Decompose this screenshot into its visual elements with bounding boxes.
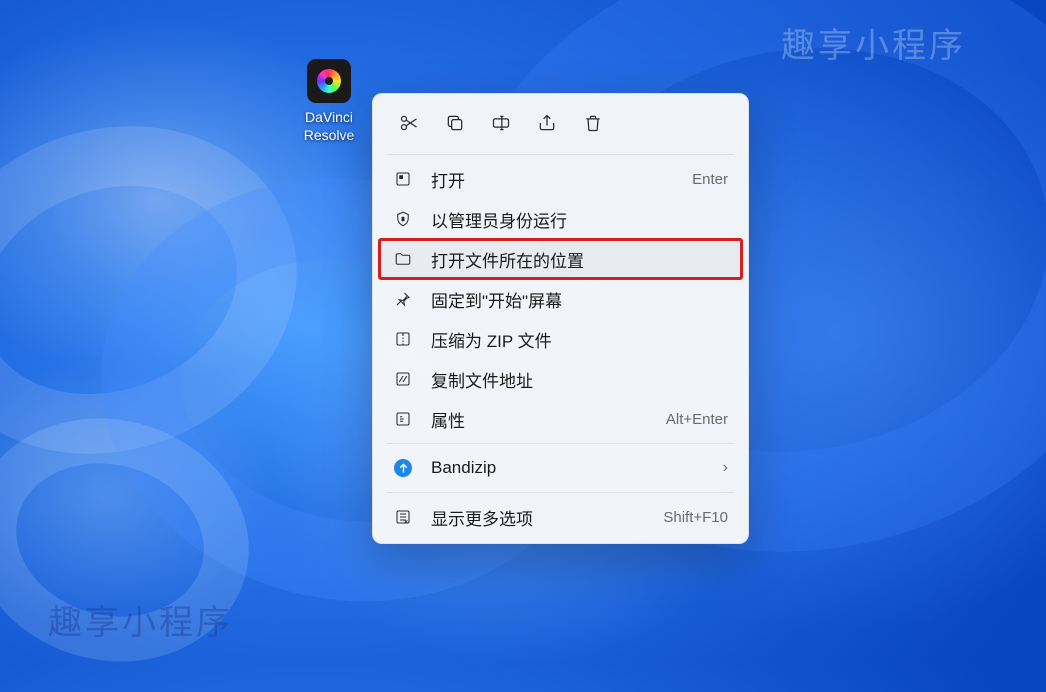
color-wheel-icon [317,69,341,93]
bandizip-icon [393,458,413,478]
menu-item-label: 以管理员身份运行 [431,207,728,232]
separator [387,154,734,155]
separator [387,443,734,444]
copy-button[interactable] [435,104,475,142]
menu-item-label: 复制文件地址 [431,367,728,392]
menu-item-label: 显示更多选项 [431,505,663,530]
menu-item-pin-start[interactable]: 固定到"开始"屏幕 [379,279,742,319]
delete-button[interactable] [573,104,613,142]
properties-icon [393,409,413,429]
pin-icon [393,289,413,309]
menu-item-copy-path[interactable]: 复制文件地址 [379,359,742,399]
menu-item-run-admin[interactable]: 以管理员身份运行 [379,199,742,239]
menu-item-properties[interactable]: 属性 Alt+Enter [379,399,742,439]
open-icon [393,169,413,189]
trash-icon [583,113,603,133]
menu-item-shortcut: Alt+Enter [666,411,728,428]
context-menu: 打开 Enter 以管理员身份运行 打开文件所在的位置 固定到"开始"屏幕 压缩… [372,93,749,544]
show-more-icon [393,507,413,527]
share-button[interactable] [527,104,567,142]
menu-item-compress-zip[interactable]: 压缩为 ZIP 文件 [379,319,742,359]
menu-item-label: 属性 [431,407,666,432]
quick-actions-row [379,100,742,150]
menu-item-shortcut: Enter [692,171,728,188]
share-icon [537,113,557,133]
zip-icon [393,329,413,349]
menu-item-shortcut: Shift+F10 [663,509,728,526]
menu-item-bandizip[interactable]: Bandizip › [379,448,742,488]
menu-item-label: Bandizip [431,458,715,478]
rename-button[interactable] [481,104,521,142]
folder-icon [393,249,413,269]
menu-item-show-more[interactable]: 显示更多选项 Shift+F10 [379,497,742,537]
menu-item-open-location[interactable]: 打开文件所在的位置 [379,239,742,279]
desktop-icon-label: DaVinci Resolve [304,109,355,144]
davinci-resolve-icon [307,59,351,103]
menu-item-label: 打开 [431,167,692,192]
shield-icon [393,209,413,229]
separator [387,492,734,493]
menu-item-label: 压缩为 ZIP 文件 [431,327,728,352]
scissors-icon [399,113,419,133]
rename-icon [491,113,511,133]
desktop-icon-davinci[interactable]: DaVinci Resolve [288,59,370,144]
menu-item-open[interactable]: 打开 Enter [379,159,742,199]
cut-button[interactable] [389,104,429,142]
menu-item-label: 固定到"开始"屏幕 [431,287,728,312]
path-icon [393,369,413,389]
chevron-right-icon: › [723,459,728,477]
copy-icon [445,113,465,133]
menu-item-label: 打开文件所在的位置 [431,247,728,272]
